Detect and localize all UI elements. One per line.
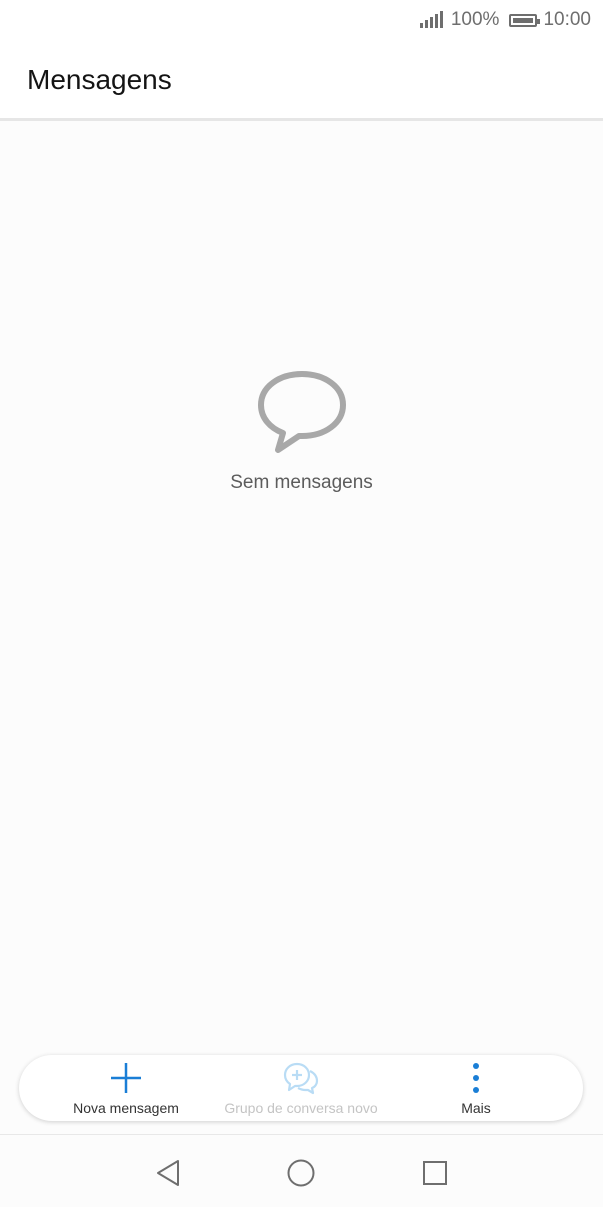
- recent-apps-button[interactable]: [417, 1155, 453, 1191]
- signal-icon: [419, 11, 443, 28]
- more-label: Mais: [461, 1100, 491, 1116]
- battery-percent: 100%: [450, 9, 500, 30]
- new-group-chat-button[interactable]: Grupo de conversa novo: [207, 1055, 395, 1121]
- recent-square-icon: [423, 1161, 447, 1185]
- more-button[interactable]: Mais: [382, 1055, 570, 1121]
- new-message-label: Nova mensagem: [73, 1100, 179, 1116]
- bottom-action-bar: Nova mensagem Grupo de conversa novo Mai…: [19, 1055, 583, 1121]
- home-circle-icon: [287, 1159, 315, 1187]
- new-group-chat-label: Grupo de conversa novo: [224, 1100, 378, 1116]
- new-message-button[interactable]: Nova mensagem: [32, 1055, 220, 1121]
- app-header: Mensagens: [0, 40, 603, 121]
- plus-icon: [109, 1061, 143, 1095]
- system-nav-bar: [0, 1134, 603, 1207]
- clock: 10:00: [543, 9, 591, 30]
- status-indicators: 100% 10:00: [419, 8, 591, 32]
- battery-icon: [509, 13, 541, 27]
- back-button[interactable]: [150, 1155, 186, 1191]
- empty-state: Sem mensagens: [0, 368, 603, 494]
- back-triangle-icon: [157, 1160, 179, 1186]
- status-bar: 100% 10:00: [0, 0, 603, 40]
- chat-bubble-icon: [257, 371, 346, 453]
- page-title: Mensagens: [27, 64, 172, 95]
- empty-state-text: Sem mensagens: [230, 472, 373, 493]
- group-chat-add-icon: [283, 1061, 319, 1095]
- home-button[interactable]: [283, 1155, 319, 1191]
- more-vertical-icon: [471, 1061, 481, 1095]
